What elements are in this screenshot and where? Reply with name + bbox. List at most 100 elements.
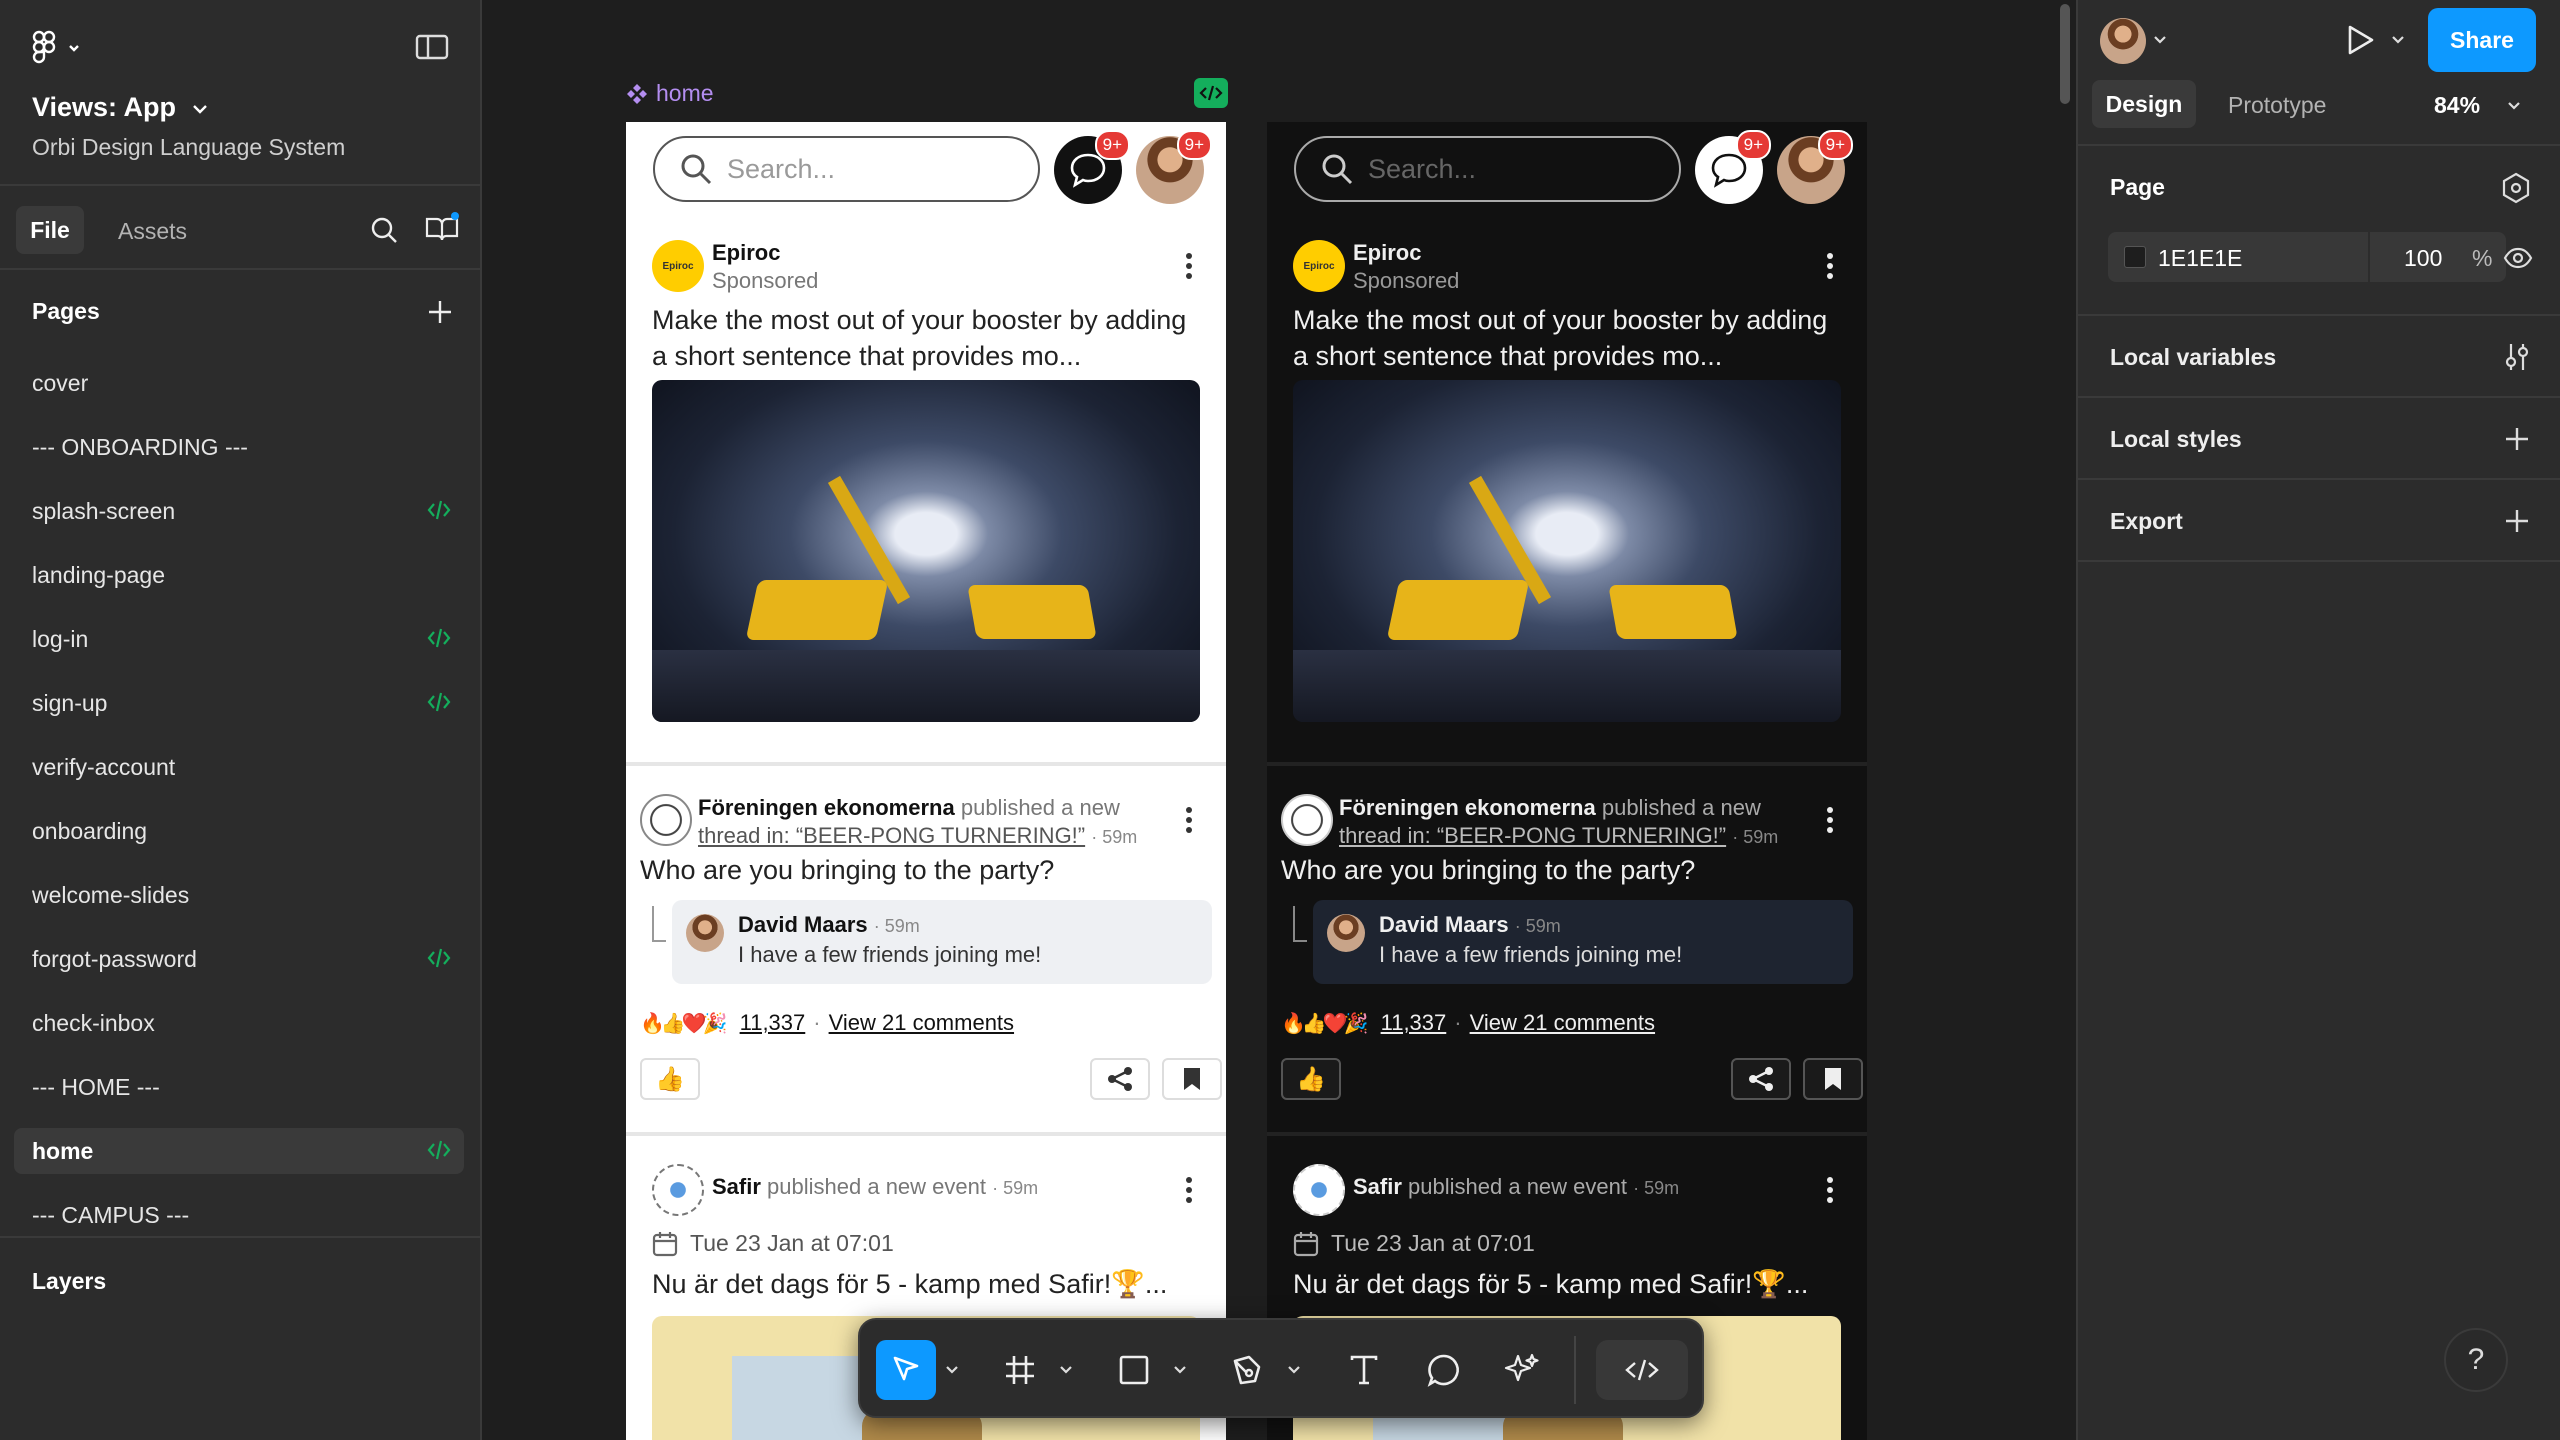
reactions-count[interactable]: 11,337 [740, 1010, 806, 1036]
pen-tool-dropdown[interactable] [1280, 1340, 1308, 1400]
thread-post[interactable]: Föreningen ekonomerna published a new th… [626, 790, 1226, 1150]
page-item[interactable]: splash-screen [14, 488, 464, 534]
comment-tool-button[interactable] [1414, 1340, 1474, 1400]
messages-button[interactable]: 9+ [1054, 130, 1130, 204]
thread-time: · 59m [1732, 827, 1779, 847]
dev-mode-badge-icon[interactable] [1194, 78, 1228, 108]
user-avatar[interactable] [2100, 18, 2146, 64]
zoom-control[interactable]: 84% [2434, 92, 2522, 119]
page-item[interactable]: --- ONBOARDING --- [14, 424, 464, 470]
view-comments-link[interactable]: View 21 comments [1470, 1010, 1655, 1036]
share-button[interactable]: Share [2428, 8, 2536, 72]
like-button[interactable]: 👍 [640, 1058, 700, 1100]
thread-action: published a new [1601, 795, 1761, 820]
share-button[interactable] [1731, 1058, 1791, 1100]
actions-tool-button[interactable] [1492, 1340, 1552, 1400]
more-options-icon[interactable] [1815, 246, 1845, 286]
more-options-icon[interactable] [1174, 800, 1204, 840]
messages-button[interactable]: 9+ [1695, 130, 1771, 204]
thread-link[interactable]: thread in: “BEER-PONG TURNERING!” [1339, 823, 1726, 848]
library-icon[interactable] [422, 210, 462, 246]
ad-text: Make the most out of your booster by add… [652, 305, 1187, 371]
ad-post[interactable]: Epiroc Epiroc Sponsored Make the most ou… [1267, 240, 1867, 722]
reactions-row[interactable]: 🔥👍❤️🎉 11,337 · View 21 comments [640, 1010, 1014, 1036]
export-section[interactable]: Export [2078, 480, 2560, 562]
more-options-icon[interactable] [1174, 246, 1204, 286]
text-tool-button[interactable] [1334, 1340, 1394, 1400]
notification-badge: 9+ [1176, 130, 1212, 160]
present-dropdown[interactable] [2388, 30, 2408, 50]
pen-tool-button[interactable] [1218, 1340, 1278, 1400]
dev-mode-toggle[interactable] [1596, 1340, 1688, 1400]
page-item[interactable]: forgot-password [14, 936, 464, 982]
reactions-row[interactable]: 🔥👍❤️🎉 11,337 · View 21 comments [1281, 1010, 1655, 1036]
eye-icon[interactable] [2498, 238, 2538, 278]
page-item[interactable]: --- CAMPUS --- [14, 1192, 464, 1238]
page-item[interactable]: --- HOME --- [14, 1064, 464, 1110]
add-export-icon[interactable] [2498, 502, 2536, 540]
page-item[interactable]: welcome-slides [14, 872, 464, 918]
add-page-icon[interactable] [422, 294, 458, 330]
tab-assets[interactable]: Assets [118, 218, 187, 245]
help-button[interactable]: ? [2444, 1328, 2508, 1392]
profile-avatar[interactable]: 9+ [1136, 130, 1212, 204]
chevron-down-icon [1174, 1366, 1186, 1374]
page-item[interactable]: onboarding [14, 808, 464, 854]
org-logo [640, 794, 692, 846]
more-options-icon[interactable] [1815, 1170, 1845, 1210]
thread-link[interactable]: thread in: “BEER-PONG TURNERING!” [698, 823, 1085, 848]
frame-label[interactable]: home [626, 80, 714, 107]
more-options-icon[interactable] [1174, 1170, 1204, 1210]
background-hex[interactable]: 1E1E1E [2158, 245, 2242, 272]
color-swatch[interactable] [2124, 246, 2146, 268]
like-button[interactable]: 👍 [1281, 1058, 1341, 1100]
page-item[interactable]: cover [14, 360, 464, 406]
shape-tool-dropdown[interactable] [1166, 1340, 1194, 1400]
more-options-icon[interactable] [1815, 800, 1845, 840]
separator-dot: · [813, 1010, 821, 1035]
sidebar-toggle-icon[interactable] [414, 32, 450, 62]
page-item[interactable]: check-inbox [14, 1000, 464, 1046]
page-background-field[interactable]: 1E1E1E 100 % [2108, 232, 2506, 282]
canvas-scrollbar[interactable] [2060, 4, 2070, 104]
present-button[interactable] [2340, 20, 2380, 60]
frame-tool-button[interactable] [990, 1340, 1050, 1400]
bookmark-button[interactable] [1162, 1058, 1222, 1100]
ad-post[interactable]: Epiroc Epiroc Sponsored Make the most ou… [626, 240, 1226, 722]
search-input[interactable]: Search... [653, 136, 1040, 202]
epiroc-logo: Epiroc [1293, 240, 1345, 292]
move-tool-dropdown[interactable] [938, 1340, 966, 1400]
code-icon [1625, 1359, 1659, 1381]
shape-tool-button[interactable] [1104, 1340, 1164, 1400]
tab-design[interactable]: Design [2092, 80, 2196, 128]
page-item[interactable]: sign-up [14, 680, 464, 726]
page-item[interactable]: home [14, 1128, 464, 1174]
page-settings-icon[interactable] [2496, 168, 2536, 208]
file-title[interactable]: Views: App [32, 92, 212, 123]
frame-tool-dropdown[interactable] [1052, 1340, 1080, 1400]
variables-icon[interactable] [2498, 338, 2536, 376]
search-input[interactable]: Search... [1294, 136, 1681, 202]
opacity-value[interactable]: 100 [2404, 245, 2442, 272]
local-styles-section[interactable]: Local styles [2078, 398, 2560, 480]
share-button[interactable] [1090, 1058, 1150, 1100]
tab-file[interactable]: File [16, 206, 84, 254]
figma-menu-button[interactable] [30, 30, 86, 66]
user-menu-chevron[interactable] [2150, 30, 2170, 50]
page-item[interactable]: verify-account [14, 744, 464, 790]
view-comments-link[interactable]: View 21 comments [829, 1010, 1014, 1036]
tab-prototype[interactable]: Prototype [2228, 92, 2326, 119]
add-style-icon[interactable] [2498, 420, 2536, 458]
thread-post[interactable]: Föreningen ekonomerna published a new th… [1267, 790, 1867, 1150]
local-variables-section[interactable]: Local variables [2078, 316, 2560, 398]
profile-avatar[interactable]: 9+ [1777, 130, 1853, 204]
reply-card[interactable]: David Maars · 59m I have a few friends j… [672, 900, 1212, 984]
page-item[interactable]: landing-page [14, 552, 464, 598]
bookmark-button[interactable] [1803, 1058, 1863, 1100]
search-icon[interactable] [366, 212, 402, 248]
page-item[interactable]: log-in [14, 616, 464, 662]
move-tool-button[interactable] [876, 1340, 936, 1400]
reply-card[interactable]: David Maars · 59m I have a few friends j… [1313, 900, 1853, 984]
canvas[interactable]: home Search... 9+ 9+ Epiroc Epiroc Spons… [482, 0, 2076, 1440]
reactions-count[interactable]: 11,337 [1381, 1010, 1447, 1036]
